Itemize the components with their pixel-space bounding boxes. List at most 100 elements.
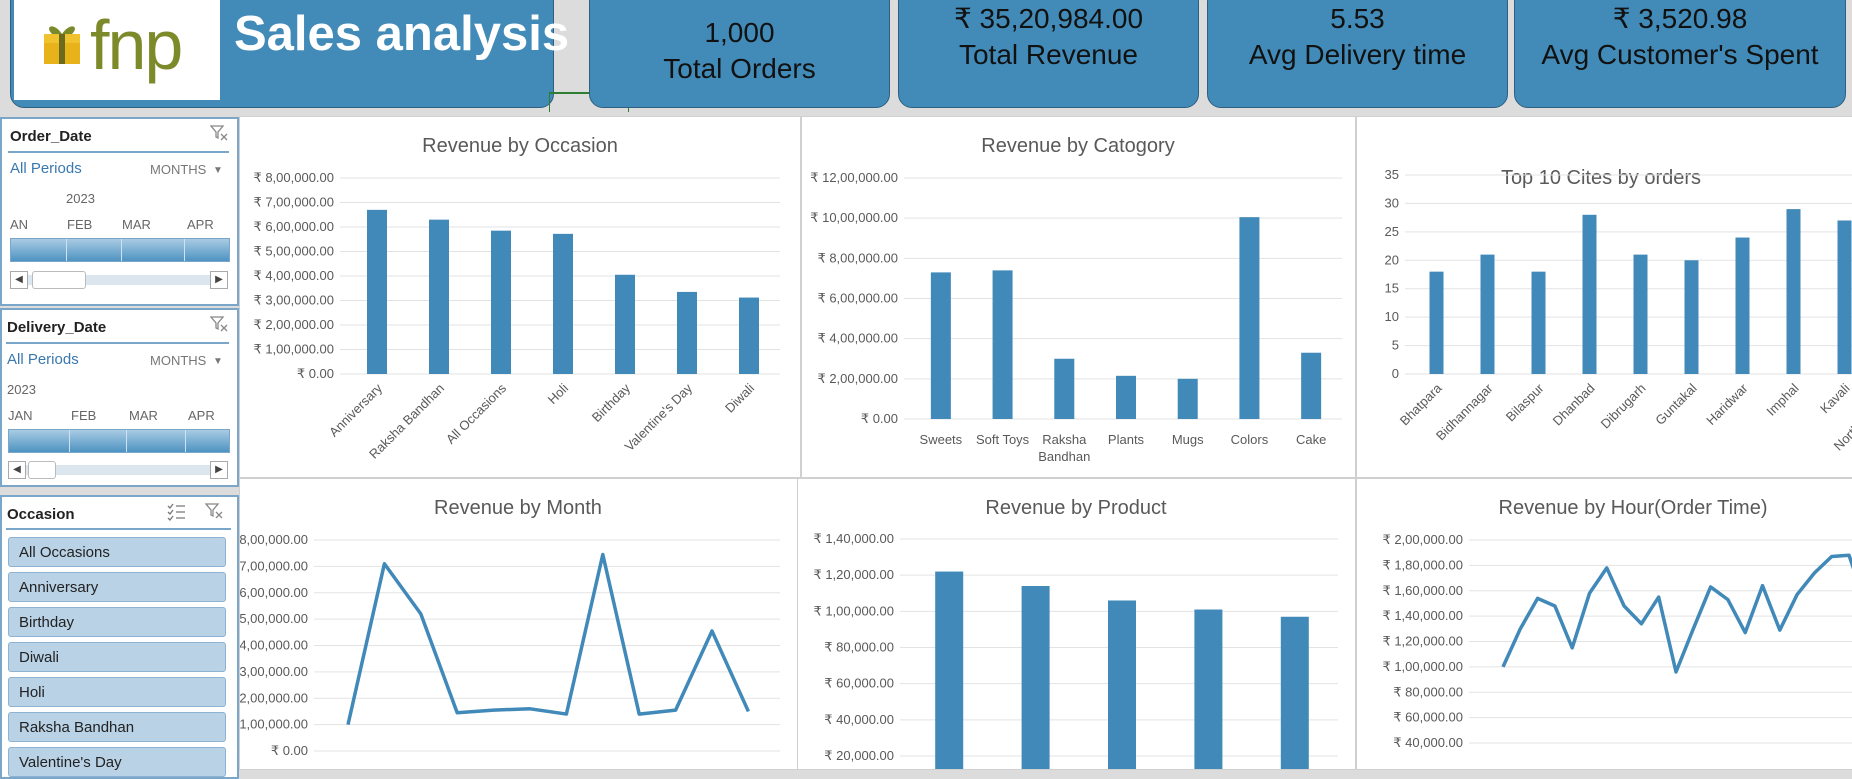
arrow-right-icon[interactable]: ▶ [210,461,228,479]
connector-line [549,92,550,112]
slicer-title: Order_Date [10,128,92,145]
time-level-select[interactable]: MONTHS [150,162,206,177]
chart-svg: Revenue by Hour(Order Time) ₹ 40,000.00 ₹ … [1382,497,1852,750]
month-label[interactable]: MAR [129,408,158,423]
x-tick-label: Dhanbad [1550,381,1598,429]
chart-top-cities: Top 10 Cites by orders 0 5 10 15 20 25 30 35 Bhat… [1356,116,1852,478]
y-tick-label: ₹ 3,00,000.00 [240,664,308,679]
month-label[interactable]: APR [188,408,215,423]
multi-select-icon[interactable] [166,503,186,526]
slicer-divider [6,528,231,530]
month-label[interactable]: APR [187,217,214,232]
bar [1582,214,1597,374]
bar [1280,616,1309,769]
all-periods-label: All Periods [10,160,82,177]
y-tick-label: ₹ 5,00,000.00 [253,244,334,259]
chart-svg: Revenue by Product ₹ 20,000.00 ₹ 40,000.00… [813,497,1338,769]
occasion-item[interactable]: Holi [8,677,226,707]
y-tick-label: 35 [1385,167,1399,182]
y-tick-label: 20 [1385,252,1399,267]
month-label[interactable]: JAN [8,408,33,423]
x-tick-label: Kavali [1817,380,1852,416]
delivery-date-slicer[interactable]: Delivery_Date All Periods MONTHS ▼ 2023 … [0,308,239,487]
chart-title: Revenue by Month [434,497,602,519]
y-tick-label: ₹ 40,000.00 [824,712,894,727]
timeline-bar[interactable] [8,429,230,453]
y-tick-label: ₹ 7,00,000.00 [253,195,334,210]
bar [1108,600,1136,769]
y-tick-label: ₹ 0.00 [271,743,308,758]
chart-revenue-by-product: Revenue by Product ₹ 20,000.00 ₹ 40,000.00… [797,478,1356,770]
chart-svg: Revenue by Month ₹ 0.00 ₹ 1,00,000.00 ₹ 2,0… [240,497,780,758]
kpi-value: 5.53 [1330,3,1385,34]
bar [739,297,759,374]
clear-filter-icon[interactable] [204,503,223,523]
y-tick-label: ₹ 6,00,000.00 [253,219,334,234]
chart-title: Revenue by Catogory [981,135,1174,157]
x-tick-label: Anniversary [326,380,385,439]
occasion-item[interactable]: Diwali [8,642,226,672]
bar [429,219,449,374]
x-tick-label: Birthday [589,380,634,425]
occasion-item[interactable]: Valentine's Day [8,747,226,777]
y-tick-label: ₹ 2,00,000.00 [817,371,898,386]
y-tick-label: ₹ 6,00,000.00 [240,585,308,600]
arrow-left-icon[interactable]: ◀ [10,271,28,289]
occasion-item[interactable]: Birthday [8,607,226,637]
kpi-label: Avg Customer's Spent [1541,39,1819,70]
chevron-down-icon[interactable]: ▼ [213,165,223,176]
month-label[interactable]: FEB [67,217,92,232]
bar [677,291,697,374]
timeline-bar[interactable] [10,238,230,262]
y-tick-label: ₹ 2,00,000.00 [1382,532,1463,547]
y-tick-label: 5 [1392,338,1399,353]
order-date-slicer[interactable]: Order_Date All Periods MONTHS ▼ 2023 AN … [0,117,239,306]
y-tick-label: ₹ 80,000.00 [1393,684,1463,699]
chart-revenue-by-category: Revenue by Catogory ₹ 0.00 ₹ 2,00,000.00 ₹ … [801,116,1356,478]
scrollbar-thumb[interactable] [28,461,56,479]
month-label[interactable]: AN [10,217,28,232]
month-label[interactable]: FEB [71,408,96,423]
x-tick-label: Bhatpara [1397,380,1445,428]
clear-filter-icon[interactable] [209,316,228,336]
occasion-item[interactable]: Raksha Bandhan [8,712,226,742]
y-tick-label: ₹ 20,000.00 [824,748,894,763]
y-tick-label: ₹ 12,00,000.00 [810,170,898,185]
year-label: 2023 [66,191,95,206]
bar [1177,378,1198,419]
month-label[interactable]: MAR [122,217,151,232]
chart-title: Revenue by Occasion [422,135,618,157]
y-tick-label: ₹ 0.00 [861,411,898,426]
kpi-avg-delivery-time: 5.53 Avg Delivery time [1207,0,1508,108]
bar [1429,271,1444,374]
y-tick-label: ₹ 3,00,000.00 [253,293,334,308]
slicer-divider [6,342,229,344]
x-tick-label: Sweets [920,432,963,447]
chart-title: Top 10 Cites by orders [1501,167,1701,189]
y-tick-label: ₹ 7,00,000.00 [240,558,308,573]
bar [1116,375,1136,419]
bar [615,274,635,374]
x-tick-label: All Occasions [443,380,510,447]
kpi-label: Total Orders [663,53,816,84]
slicer-title: Delivery_Date [7,319,107,336]
bar [1633,254,1648,374]
arrow-left-icon[interactable]: ◀ [8,461,26,479]
occasion-item[interactable]: All Occasions [8,537,226,567]
chevron-down-icon[interactable]: ▼ [213,356,223,367]
chart-revenue-by-occasion: Revenue by Occasion ₹ 0.00 ₹ 1,00,000.00 ₹ … [239,116,801,478]
y-tick-label: ₹ 2,00,000.00 [253,317,334,332]
slicer-divider [8,151,229,153]
bar [1301,352,1322,419]
x-tick-label: Imphal [1763,380,1801,418]
clear-filter-icon[interactable] [209,125,228,145]
y-tick-label: ₹ 2,00,000.00 [240,690,308,705]
occasion-slicer[interactable]: Occasion All Occasions Anniversary Birth… [0,495,239,779]
y-tick-label: ₹ 60,000.00 [824,676,894,691]
x-tick-label: Plants [1108,432,1145,447]
time-level-select[interactable]: MONTHS [150,353,206,368]
bar [1239,217,1260,419]
arrow-right-icon[interactable]: ▶ [210,271,228,289]
occasion-item[interactable]: Anniversary [8,572,226,602]
scrollbar-thumb[interactable] [32,271,86,289]
